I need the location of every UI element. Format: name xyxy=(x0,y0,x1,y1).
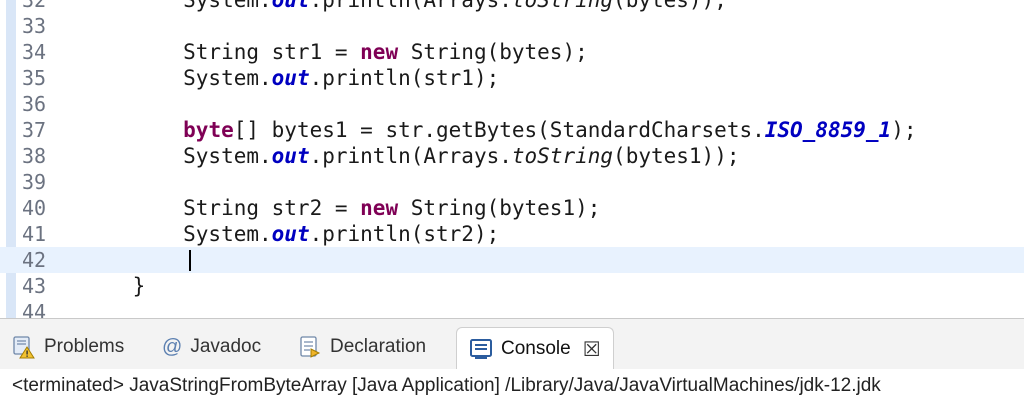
code-line-38[interactable]: 38 System.out.println(Arrays.toString(by… xyxy=(0,143,1024,169)
tab-javadoc[interactable]: @ Javadoc xyxy=(162,329,261,365)
code-line-35[interactable]: 35 System.out.println(str1); xyxy=(0,65,1024,91)
tab-problems[interactable]: Problems xyxy=(12,329,124,365)
tab-label: Javadoc xyxy=(190,336,262,357)
close-icon[interactable]: ☒ xyxy=(583,337,601,362)
line-number: 44 xyxy=(22,300,47,318)
code-text: System.out.println(Arrays.toString(bytes… xyxy=(82,0,727,12)
tab-console[interactable]: Console ☒ xyxy=(456,327,614,370)
line-number: 39 xyxy=(22,170,47,194)
line-number: 41 xyxy=(22,222,47,246)
code-line-42-current[interactable]: 42 xyxy=(0,247,1024,273)
line-number: 33 xyxy=(22,14,47,38)
code-text: System.out.println(str1); xyxy=(82,66,500,90)
line-number: 35 xyxy=(22,66,47,90)
tab-label: Declaration xyxy=(330,336,427,357)
line-number: 42 xyxy=(22,248,47,272)
line-number: 34 xyxy=(22,40,47,64)
code-text: String str1 = new String(bytes); xyxy=(82,40,588,64)
tab-declaration[interactable]: Declaration xyxy=(298,329,426,365)
code-text: byte[] bytes1 = str.getBytes(StandardCha… xyxy=(183,118,917,142)
code-text: String str2 = new String(bytes1); xyxy=(82,196,601,220)
at-icon: @ xyxy=(162,335,183,358)
code-line-40[interactable]: 40 String str2 = new String(bytes1); xyxy=(0,195,1024,221)
text-cursor xyxy=(189,250,191,271)
code-line-37[interactable]: 37 byte[] bytes1 = str.getBytes(Standard… xyxy=(0,117,1024,143)
line-number: 37 xyxy=(22,118,47,142)
line-number: 32 xyxy=(22,0,47,12)
code-text: } xyxy=(82,274,146,298)
line-number: 38 xyxy=(22,144,47,168)
code-line-34[interactable]: 34 String str1 = new String(bytes); xyxy=(0,39,1024,65)
code-text: System.out.println(str2); xyxy=(82,222,500,246)
code-line-41[interactable]: 41 System.out.println(str2); xyxy=(0,221,1024,247)
problems-icon xyxy=(12,335,36,359)
tab-label: Problems xyxy=(44,336,125,357)
code-line-32[interactable]: 32 System.out.println(Arrays.toString(by… xyxy=(0,0,1024,13)
console-status-line: <terminated> JavaStringFromByteArray [Ja… xyxy=(12,375,881,396)
code-line-39[interactable]: 39 xyxy=(0,169,1024,195)
bottom-panel-tabbar: Problems @ Javadoc Declaration Console ☒ xyxy=(0,319,1024,370)
console-output[interactable]: <terminated> JavaStringFromByteArray [Ja… xyxy=(0,369,1024,400)
code-line-36[interactable]: 36 xyxy=(0,91,1024,117)
console-icon xyxy=(469,337,493,361)
code-text: System.out.println(Arrays.toString(bytes… xyxy=(82,144,740,168)
declaration-icon xyxy=(298,335,322,359)
code-line-33[interactable]: 33 xyxy=(0,13,1024,39)
line-number: 40 xyxy=(22,196,47,220)
code-line-43[interactable]: 43 } xyxy=(0,273,1024,299)
code-editor[interactable]: 32 System.out.println(Arrays.toString(by… xyxy=(0,0,1024,318)
tab-label: Console xyxy=(501,338,571,359)
line-number: 36 xyxy=(22,92,47,116)
line-number: 43 xyxy=(22,274,47,298)
code-line-44[interactable]: 44 xyxy=(0,299,1024,318)
